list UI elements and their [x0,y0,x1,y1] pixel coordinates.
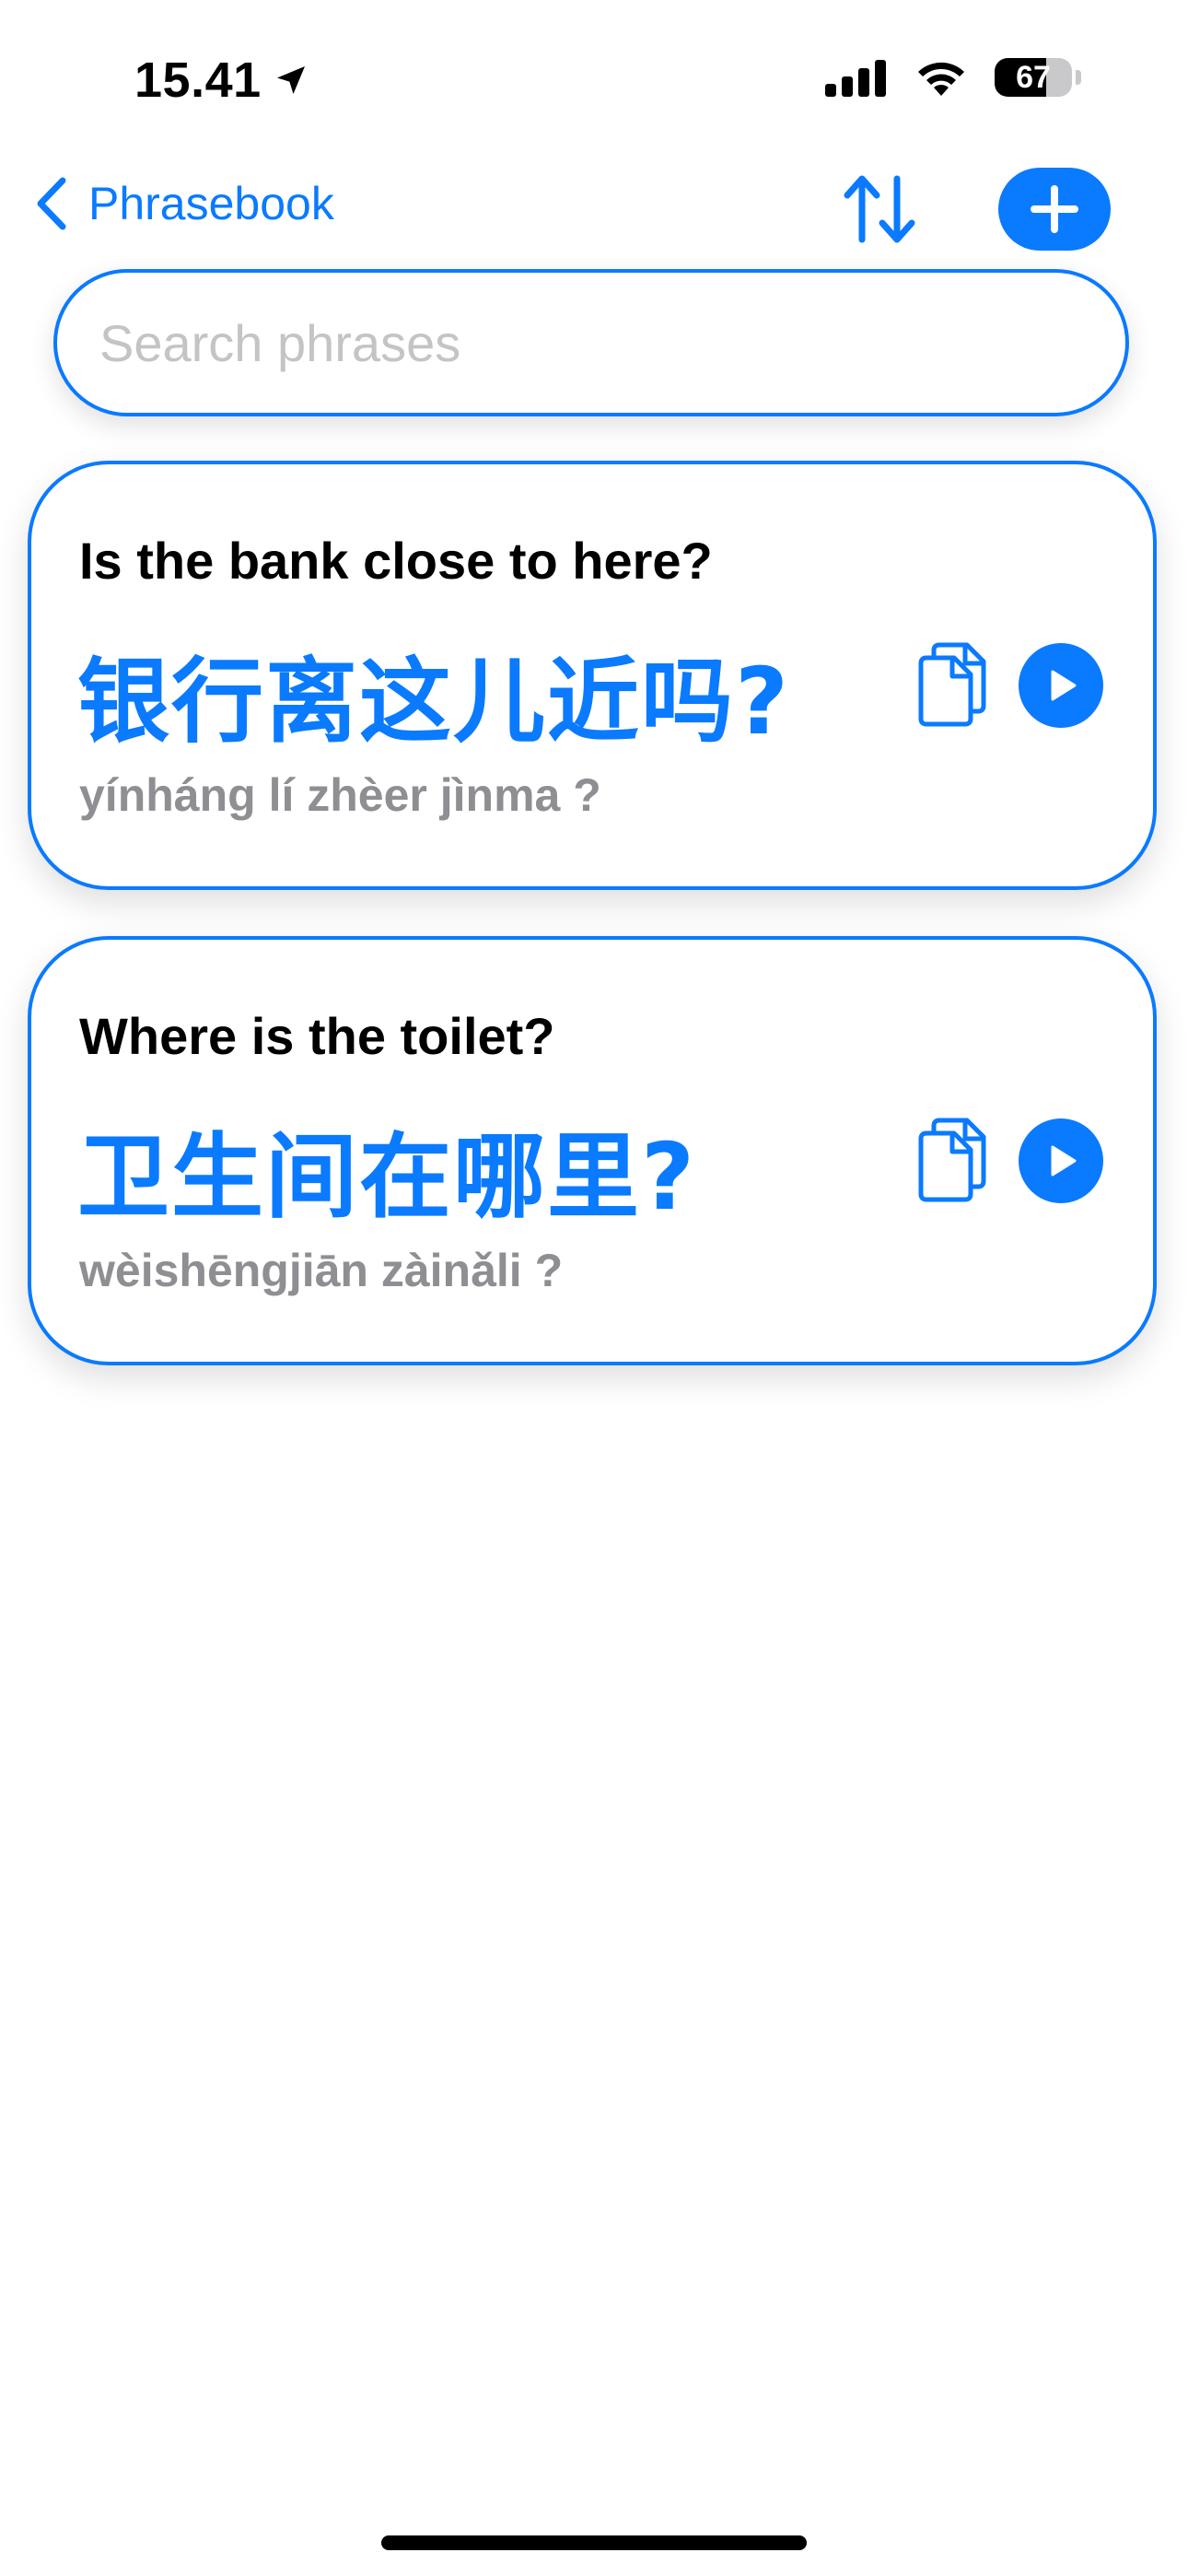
play-icon [1051,670,1077,701]
play-icon [1051,1145,1077,1177]
status-time: 15.41 [134,52,309,109]
location-arrow-icon [276,66,305,94]
copy-button[interactable] [914,1113,993,1205]
battery-level: 67 [1016,59,1051,95]
cellular-signal-icon [825,60,886,97]
phrase-pinyin: yínháng lí zhèer jìnma ? [79,769,601,821]
play-audio-button[interactable] [1019,643,1103,728]
copy-icon [918,642,986,727]
swap-order-button[interactable] [842,171,917,247]
home-indicator[interactable] [381,2535,807,2550]
battery-icon: 67 [995,58,1072,97]
back-button-label: Phrasebook [88,178,334,229]
search-input[interactable] [98,311,1125,374]
phrase-english: Is the bank close to here? [79,532,713,590]
phrase-chinese: 银行离这儿近吗? [77,648,791,755]
wifi-icon [918,62,964,96]
phrase-card[interactable]: Where is the toilet? 卫生间在哪里? wèishēngjiā… [28,936,1157,1365]
phrase-pinyin: wèishēngjiān zàinǎli ? [79,1245,564,1296]
phrase-chinese: 卫生间在哪里? [77,1123,697,1231]
chevron-left-icon [37,177,66,230]
phrase-card[interactable]: Is the bank close to here? 银行离这儿近吗? yính… [28,461,1157,890]
plus-icon [1031,185,1078,233]
copy-button[interactable] [914,638,993,730]
back-button[interactable]: Phrasebook [33,175,334,232]
status-indicators: 67 [825,57,1081,98]
battery-cap [1076,70,1081,85]
swap-vertical-icon [844,175,915,243]
status-time-label: 15.41 [134,53,262,108]
add-phrase-button[interactable] [998,168,1111,251]
play-audio-button[interactable] [1019,1118,1103,1203]
phrase-english: Where is the toilet? [79,1007,555,1065]
search-field[interactable] [53,269,1129,416]
copy-icon [918,1118,986,1202]
